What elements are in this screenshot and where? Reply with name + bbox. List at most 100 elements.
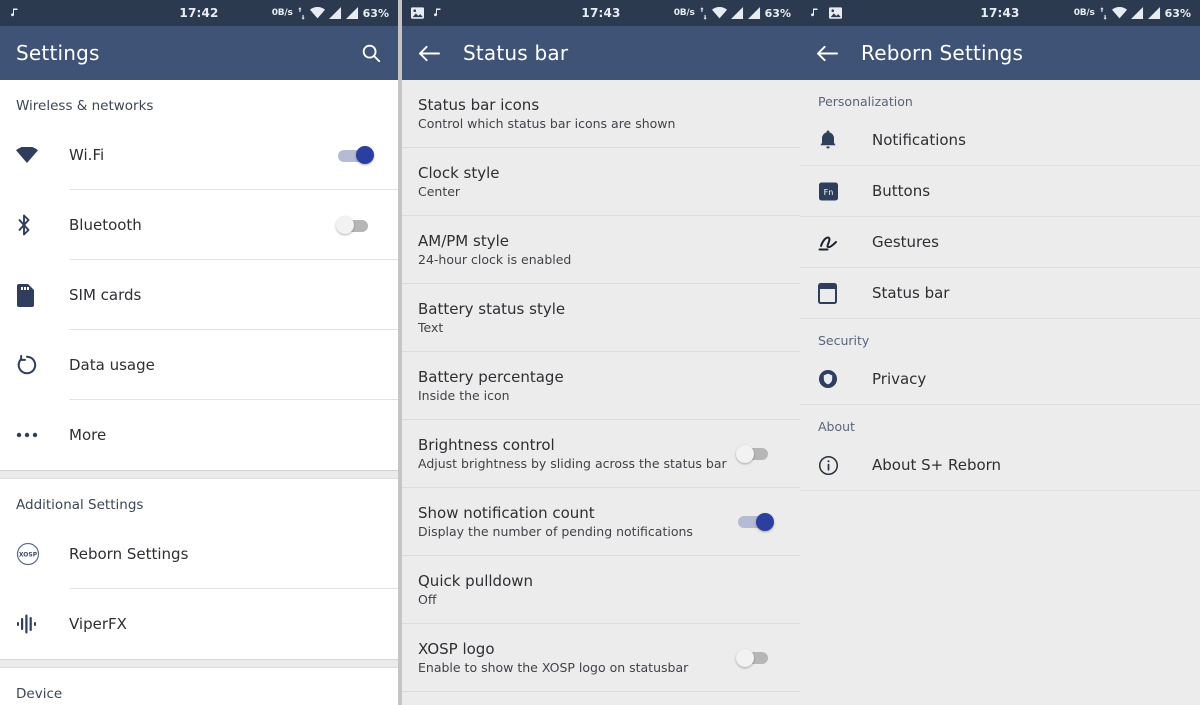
network-rate-label: 0B/s [1073, 8, 1095, 18]
section-header-additional: Additional Settings [0, 479, 398, 519]
bluetooth-icon [16, 213, 69, 237]
section-header-device: Device [0, 668, 398, 705]
status-bar-right-icons: 0B/s 63% [272, 7, 389, 20]
settings-row-wifi[interactable]: Wi.Fi [0, 120, 398, 190]
pref-battery-percentage[interactable]: Battery percentage Inside the icon [402, 352, 800, 420]
upload-download-arrow-icon [297, 6, 306, 20]
status-bar-icon [818, 282, 872, 304]
status-bar-notification-icons [411, 7, 444, 19]
pref-title: Battery status style [418, 300, 566, 318]
wifi-icon [16, 147, 69, 163]
wifi-toggle[interactable] [336, 146, 374, 164]
pref-summary: Inside the icon [418, 388, 510, 403]
pref-clock-style[interactable]: Clock style Center [402, 148, 800, 216]
settings-row-label: ViperFX [69, 615, 127, 633]
pref-title: Quick pulldown [418, 572, 534, 590]
pref-title: Clock style [418, 164, 500, 182]
reborn-row-gestures[interactable]: Gestures [800, 217, 1200, 268]
reborn-row-notifications[interactable]: Notifications [800, 115, 1200, 166]
pref-xosp-logo[interactable]: XOSP logo Enable to show the XOSP logo o… [402, 624, 800, 692]
signal-bars-icon [1147, 7, 1161, 19]
pref-brightness-control[interactable]: Brightness control Adjust brightness by … [402, 420, 800, 488]
page-title: Settings [16, 41, 100, 65]
settings-row-sim-cards[interactable]: SIM cards [0, 260, 398, 330]
reborn-row-status-bar[interactable]: Status bar [800, 268, 1200, 319]
settings-row-label: Reborn Settings [69, 545, 189, 563]
reborn-row-label: About S+ Reborn [872, 456, 1002, 474]
reborn-row-about[interactable]: About S+ Reborn [800, 440, 1200, 491]
pref-title: Show notification count [418, 504, 595, 522]
bluetooth-toggle[interactable] [336, 216, 374, 234]
pref-summary: 24-hour clock is enabled [418, 252, 572, 267]
pref-quick-pulldown[interactable]: Quick pulldown Off [402, 556, 800, 624]
search-icon[interactable] [360, 42, 382, 64]
brightness-control-toggle[interactable] [736, 444, 774, 463]
gesture-icon [818, 232, 872, 252]
status-bar-panel1: 17:42 0B/s 63% [0, 0, 398, 26]
pref-title: AM/PM style [418, 232, 509, 250]
app-bar-settings: Settings [0, 26, 398, 80]
page-title: Reborn Settings [861, 41, 1024, 65]
svg-text:Fn: Fn [824, 187, 834, 196]
reborn-row-privacy[interactable]: Privacy [800, 354, 1200, 405]
bell-icon [818, 130, 872, 151]
status-bar-panel2: 17:43 0B/s 63% [402, 0, 800, 26]
info-icon [818, 455, 872, 476]
reborn-row-buttons[interactable]: Fn Buttons [800, 166, 1200, 217]
pref-battery-status-style[interactable]: Battery status style Text [402, 284, 800, 352]
panel-settings: 17:42 0B/s 63% Settings Wireless & netwo… [0, 0, 398, 705]
page-title: Status bar [463, 41, 569, 65]
pref-ampm-style[interactable]: AM/PM style 24-hour clock is enabled [402, 216, 800, 284]
pref-status-bar-icons[interactable]: Status bar icons Control which status ba… [402, 80, 800, 148]
pref-summary: Control which status bar icons are shown [418, 116, 676, 131]
back-arrow-icon[interactable] [418, 44, 441, 63]
settings-row-more[interactable]: More [0, 400, 398, 470]
show-notification-count-toggle[interactable] [736, 512, 774, 531]
category-security: Security [818, 333, 870, 348]
pref-show-notification-count[interactable]: Show notification count Display the numb… [402, 488, 800, 556]
group-divider [0, 659, 398, 668]
signal-bars-icon [747, 7, 761, 19]
settings-row-data-usage[interactable]: Data usage [0, 330, 398, 400]
app-bar-reborn-settings: Reborn Settings [800, 26, 1200, 80]
pref-summary: Off [418, 592, 437, 607]
network-rate-label: 0B/s [271, 8, 293, 18]
sim-card-icon [16, 283, 69, 307]
category-personalization: Personalization [818, 94, 913, 109]
xosp-logo-icon: XOSP [16, 542, 69, 566]
settings-row-reborn-settings[interactable]: XOSP Reborn Settings [0, 519, 398, 589]
status-bar-notification-icons [9, 7, 21, 19]
pref-summary: Text [418, 320, 444, 335]
signal-bars-icon [730, 7, 744, 19]
fn-key-icon: Fn [818, 181, 872, 202]
image-icon [411, 7, 424, 19]
battery-percentage-label: 63% [1164, 6, 1191, 20]
upload-download-arrow-icon [1099, 6, 1108, 20]
three-panel-screenshot: 17:42 0B/s 63% Settings Wireless & netwo… [0, 0, 1200, 705]
status-bar-right-icons: 0B/s 63% [1074, 7, 1191, 20]
settings-row-viperfx[interactable]: ViperFX [0, 589, 398, 659]
settings-row-label: More [69, 426, 107, 444]
viperfx-icon [16, 613, 69, 635]
back-arrow-icon[interactable] [816, 44, 839, 63]
pref-summary: Adjust brightness by sliding across the … [418, 456, 727, 471]
section-header-wireless: Wireless & networks [0, 80, 398, 120]
wifi-icon [1111, 6, 1127, 19]
settings-row-label: SIM cards [69, 286, 142, 304]
music-note-icon [809, 7, 821, 19]
reborn-row-label: Buttons [872, 182, 931, 200]
status-bar-right-icons: 0B/s 63% [674, 7, 791, 20]
settings-row-bluetooth[interactable]: Bluetooth [0, 190, 398, 260]
pref-title: XOSP logo [418, 640, 495, 658]
settings-row-label: Bluetooth [69, 216, 142, 234]
status-bar-panel3: 17:43 0B/s 63% [800, 0, 1200, 26]
app-bar-status-bar: Status bar [402, 26, 800, 80]
music-note-icon [432, 7, 444, 19]
pref-summary: Enable to show the XOSP logo on statusba… [418, 660, 689, 675]
xosp-logo-toggle[interactable] [736, 648, 774, 667]
wifi-icon [309, 6, 325, 19]
battery-percentage-label: 63% [362, 6, 389, 20]
reborn-row-label: Gestures [872, 233, 939, 251]
upload-download-arrow-icon [699, 6, 708, 20]
reborn-row-label: Status bar [872, 284, 950, 302]
